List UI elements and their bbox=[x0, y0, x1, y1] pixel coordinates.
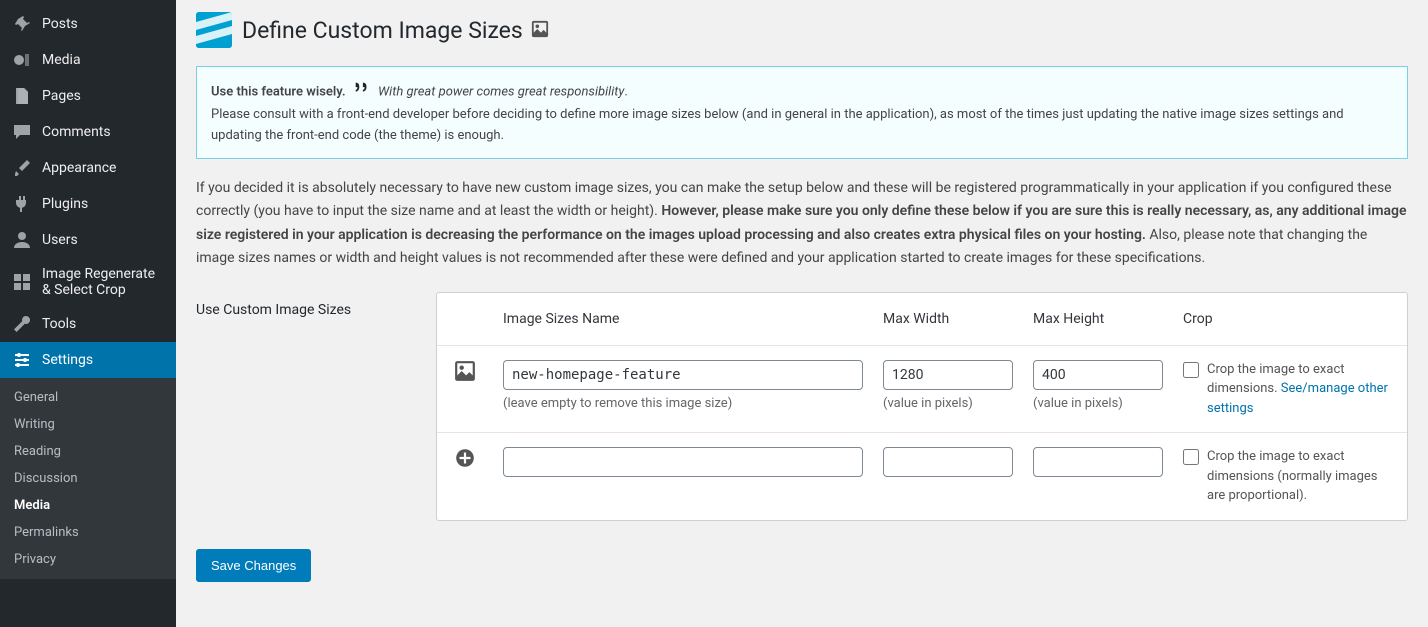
name-hint: (leave empty to remove this image size) bbox=[503, 396, 863, 411]
image-icon bbox=[531, 17, 549, 44]
sidebar-item-label: Posts bbox=[42, 16, 78, 32]
brush-icon bbox=[12, 158, 32, 178]
th-width: Max Width bbox=[873, 293, 1023, 346]
crop-checkbox[interactable] bbox=[1183, 449, 1199, 465]
sidebar-item-label: Image Regenerate & Select Crop bbox=[42, 266, 164, 298]
sidebar-item-label: Comments bbox=[42, 124, 111, 140]
plugin-logo-icon bbox=[196, 12, 232, 48]
page-title: Define Custom Image Sizes bbox=[242, 17, 549, 44]
main-content: Define Custom Image Sizes Use this featu… bbox=[176, 0, 1428, 627]
sidebar-item-settings[interactable]: Settings bbox=[0, 342, 176, 378]
intro-text: If you decided it is absolutely necessar… bbox=[196, 177, 1408, 269]
th-crop: Crop bbox=[1173, 293, 1407, 346]
submenu-reading[interactable]: Reading bbox=[0, 438, 176, 465]
plug-icon bbox=[12, 194, 32, 214]
wrench-icon bbox=[12, 314, 32, 334]
image-sizes-table: Image Sizes Name Max Width Max Height Cr… bbox=[436, 292, 1408, 521]
comment-icon bbox=[12, 122, 32, 142]
section-label: Use Custom Image Sizes bbox=[196, 292, 416, 318]
sidebar-item-users[interactable]: Users bbox=[0, 222, 176, 258]
info-strong: Use this feature wisely. bbox=[211, 84, 346, 99]
sidebar-item-posts[interactable]: Posts bbox=[0, 6, 176, 42]
crop-label: Crop the image to exact dimensions (norm… bbox=[1207, 447, 1397, 506]
info-quote: With great power comes great responsibil… bbox=[378, 84, 624, 99]
sidebar-item-image-regenerate[interactable]: Image Regenerate & Select Crop bbox=[0, 258, 176, 306]
sidebar-item-label: Appearance bbox=[42, 160, 116, 176]
max-width-input[interactable] bbox=[883, 447, 1013, 477]
sliders-icon bbox=[12, 350, 32, 370]
grid-icon bbox=[12, 272, 32, 292]
pushpin-icon bbox=[12, 14, 32, 34]
submenu-media[interactable]: Media bbox=[0, 492, 176, 519]
page-icon bbox=[12, 86, 32, 106]
max-height-input[interactable] bbox=[1033, 447, 1163, 477]
th-height: Max Height bbox=[1023, 293, 1173, 346]
sidebar-item-media[interactable]: Media bbox=[0, 42, 176, 78]
sidebar-item-label: Plugins bbox=[42, 196, 88, 212]
size-name-input[interactable] bbox=[503, 360, 863, 390]
page-header: Define Custom Image Sizes bbox=[196, 12, 1408, 48]
info-notice: Use this feature wisely. With great powe… bbox=[196, 66, 1408, 159]
image-icon bbox=[437, 345, 493, 433]
th-name: Image Sizes Name bbox=[493, 293, 873, 346]
admin-sidebar: Posts Media Pages Comments Appearance Pl… bbox=[0, 0, 176, 627]
info-body: Please consult with a front-end develope… bbox=[211, 107, 1344, 143]
size-name-input[interactable] bbox=[503, 447, 863, 477]
crop-checkbox[interactable] bbox=[1183, 362, 1199, 378]
table-row: (leave empty to remove this image size) … bbox=[437, 345, 1407, 433]
sidebar-item-pages[interactable]: Pages bbox=[0, 78, 176, 114]
sidebar-item-comments[interactable]: Comments bbox=[0, 114, 176, 150]
quote-icon bbox=[353, 79, 371, 105]
sidebar-item-label: Pages bbox=[42, 88, 81, 104]
sidebar-item-plugins[interactable]: Plugins bbox=[0, 186, 176, 222]
media-icon bbox=[12, 50, 32, 70]
add-icon bbox=[437, 433, 493, 520]
max-width-input[interactable] bbox=[883, 360, 1013, 390]
width-hint: (value in pixels) bbox=[883, 396, 1013, 411]
submenu-privacy[interactable]: Privacy bbox=[0, 546, 176, 573]
max-height-input[interactable] bbox=[1033, 360, 1163, 390]
settings-submenu: General Writing Reading Discussion Media… bbox=[0, 378, 176, 579]
submenu-general[interactable]: General bbox=[0, 384, 176, 411]
table-row: Crop the image to exact dimensions (norm… bbox=[437, 433, 1407, 520]
submenu-permalinks[interactable]: Permalinks bbox=[0, 519, 176, 546]
sidebar-item-label: Users bbox=[42, 232, 78, 248]
height-hint: (value in pixels) bbox=[1033, 396, 1163, 411]
user-icon bbox=[12, 230, 32, 250]
submenu-writing[interactable]: Writing bbox=[0, 411, 176, 438]
save-changes-button[interactable]: Save Changes bbox=[196, 549, 311, 582]
submenu-discussion[interactable]: Discussion bbox=[0, 465, 176, 492]
sidebar-item-label: Settings bbox=[42, 352, 93, 368]
sidebar-item-label: Tools bbox=[42, 316, 76, 332]
sidebar-item-appearance[interactable]: Appearance bbox=[0, 150, 176, 186]
sidebar-item-tools[interactable]: Tools bbox=[0, 306, 176, 342]
sidebar-item-label: Media bbox=[42, 52, 81, 68]
